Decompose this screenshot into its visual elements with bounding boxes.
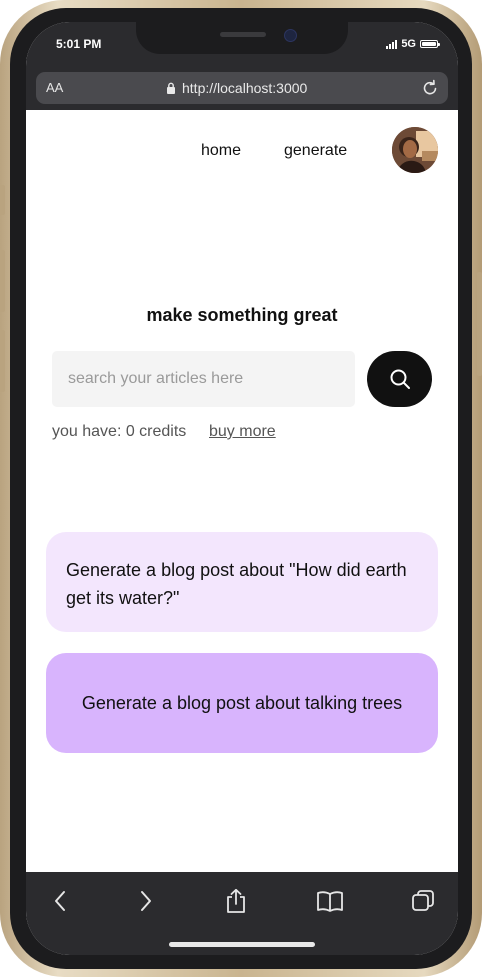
nav-generate-link[interactable]: generate bbox=[284, 142, 347, 160]
tabs-icon bbox=[412, 890, 434, 911]
reload-icon bbox=[423, 79, 437, 95]
top-nav: home generate bbox=[26, 127, 458, 173]
url-text: http://localhost:3000 bbox=[182, 80, 308, 96]
battery-icon bbox=[420, 40, 440, 48]
status-indicators: 5G bbox=[386, 38, 440, 50]
address-bar[interactable]: AA http://localhost:3000 bbox=[36, 72, 448, 104]
forward-button[interactable] bbox=[126, 886, 166, 916]
status-time: 5:01 PM bbox=[56, 37, 102, 51]
text-size-label: AA bbox=[46, 80, 64, 95]
phone-screen: 5:01 PM 5G AA http://localhost:3000 home… bbox=[26, 22, 458, 955]
credits-text: you have: 0 credits bbox=[52, 423, 187, 440]
notch bbox=[136, 22, 348, 54]
chevron-right-icon bbox=[141, 891, 151, 911]
suggestion-card[interactable]: Generate a blog post about talking trees bbox=[46, 653, 438, 753]
side-button-volume-up bbox=[0, 250, 5, 312]
chevron-left-icon bbox=[55, 891, 65, 911]
nav-home-link[interactable]: home bbox=[201, 142, 241, 160]
avatar-photo bbox=[392, 127, 438, 173]
suggestion-text: Generate a blog post about "How did eart… bbox=[66, 560, 407, 608]
text-size-button[interactable]: AA bbox=[46, 80, 63, 95]
avatar[interactable] bbox=[392, 127, 438, 173]
url-display[interactable]: http://localhost:3000 bbox=[166, 80, 307, 96]
bookmarks-button[interactable] bbox=[310, 886, 350, 916]
speaker-grille bbox=[220, 32, 266, 37]
web-page: home generate make something great searc… bbox=[26, 110, 458, 872]
side-button-volume-down bbox=[0, 330, 5, 392]
book-icon bbox=[317, 891, 343, 912]
side-button-mute bbox=[0, 185, 5, 215]
back-button[interactable] bbox=[40, 886, 80, 916]
buy-more-link[interactable]: buy more bbox=[209, 423, 276, 441]
lock-icon bbox=[167, 82, 175, 94]
search-button[interactable] bbox=[367, 351, 432, 407]
search-input[interactable] bbox=[52, 351, 355, 407]
search-icon bbox=[390, 369, 410, 389]
share-icon bbox=[227, 888, 245, 913]
suggestion-card[interactable]: Generate a blog post about "How did eart… bbox=[46, 532, 438, 632]
home-indicator[interactable] bbox=[169, 942, 315, 947]
browser-address-area: AA http://localhost:3000 bbox=[26, 72, 458, 110]
share-button[interactable] bbox=[216, 886, 256, 916]
tabs-button[interactable] bbox=[403, 886, 443, 916]
signal-icon bbox=[386, 39, 398, 49]
side-button-power bbox=[477, 272, 482, 376]
suggestion-text: Generate a blog post about talking trees bbox=[81, 693, 403, 713]
front-camera bbox=[284, 29, 297, 42]
reload-button[interactable] bbox=[420, 78, 440, 103]
network-label: 5G bbox=[401, 38, 416, 50]
browser-toolbar bbox=[26, 872, 458, 955]
page-title: make something great bbox=[146, 305, 338, 325]
status-bar: 5:01 PM 5G bbox=[26, 22, 458, 72]
